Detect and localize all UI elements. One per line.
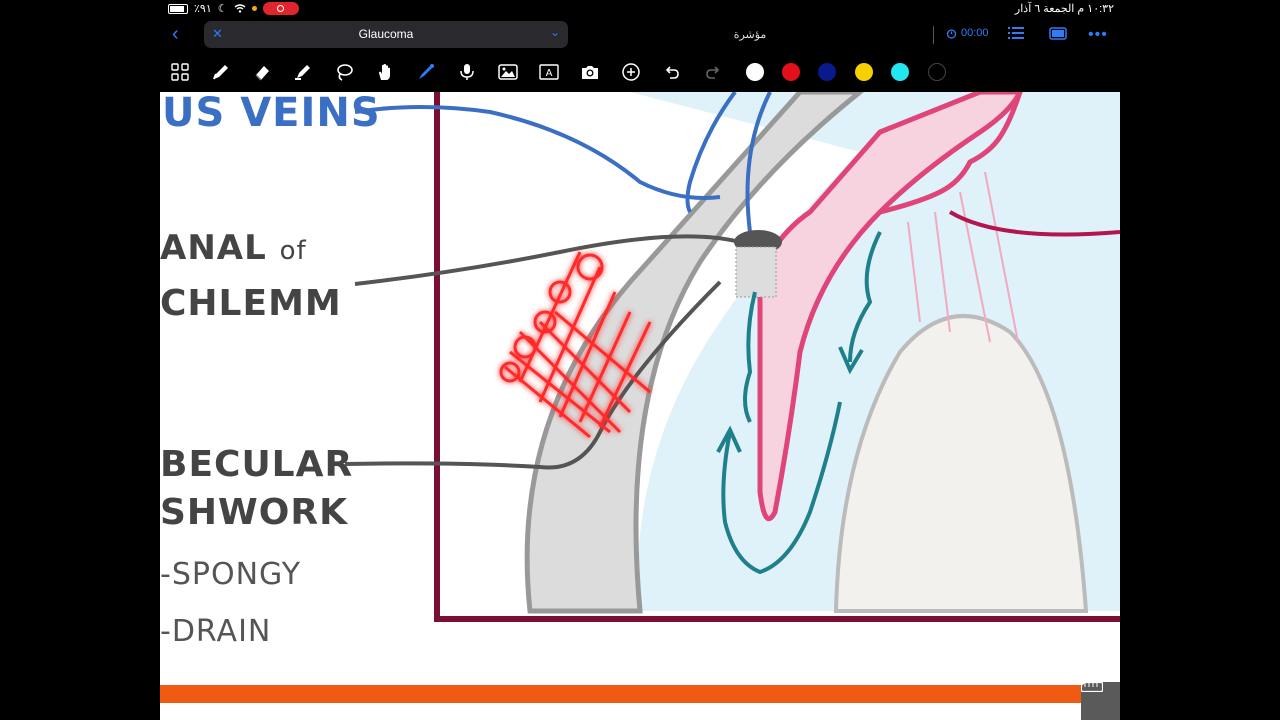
textbox-icon[interactable]: A — [537, 60, 561, 84]
highlighter-icon[interactable] — [291, 60, 315, 84]
eraser-icon[interactable] — [250, 60, 274, 84]
pen-icon[interactable] — [209, 60, 233, 84]
label-canal-text: ANAL — [160, 228, 267, 268]
eye-angle-diagram — [344, 92, 1120, 622]
undo-icon[interactable] — [660, 60, 684, 84]
laser-pointer-icon[interactable] — [414, 60, 438, 84]
wifi-icon — [234, 4, 246, 13]
page-footer-bar — [160, 685, 1120, 703]
screen-record-indicator[interactable] — [262, 2, 299, 15]
document-title: Glaucoma — [358, 27, 414, 41]
add-icon[interactable] — [619, 60, 643, 84]
title-bar: ‹ ✕ Glaucoma ⌄ مؤشرة 00:00 ••• — [160, 18, 1120, 52]
timer-value: 00:00 — [961, 27, 989, 39]
redo-icon[interactable] — [701, 60, 725, 84]
label-canal-of: of — [279, 236, 307, 266]
label-meshwork: SHWORK — [160, 492, 348, 533]
moon-icon: ☾ — [217, 3, 228, 15]
drawing-toolbar: A — [160, 52, 1120, 92]
status-left: ٪٩١ ☾ — [168, 2, 299, 15]
record-icon — [277, 5, 285, 12]
svg-text:A: A — [546, 68, 553, 79]
battery-percent: ٪٩١ — [194, 3, 212, 15]
lasso-icon[interactable] — [332, 60, 356, 84]
list-icon[interactable] — [1008, 26, 1024, 40]
grid-icon[interactable] — [168, 60, 192, 84]
color-swatch-red[interactable] — [782, 63, 800, 81]
more-options-icon[interactable]: ••• — [1088, 26, 1108, 44]
vein-line — [354, 105, 721, 200]
back-chevron-icon[interactable]: ‹ — [172, 24, 179, 44]
status-datetime: ١٠:٣٢ م الجمعة ٦ آذار — [1014, 3, 1114, 15]
presentation-icon[interactable] — [1049, 27, 1067, 40]
note-canvas[interactable]: US VEINS ANAL of CHLEMM BECULAR SHWORK -… — [160, 92, 1120, 720]
trabecular-mesh — [735, 246, 777, 298]
notes-app: ٪٩١ ☾ ١٠:٣٢ م الجمعة ٦ آذار ‹ ✕ Glaucoma… — [160, 0, 1120, 720]
document-title-pill[interactable]: ✕ Glaucoma ⌄ — [204, 21, 568, 48]
label-schlemm: CHLEMM — [160, 283, 342, 324]
color-swatch-cyan[interactable] — [891, 63, 909, 81]
label-spongy: -SPONGY — [160, 557, 302, 592]
ruler-icon[interactable] — [1081, 682, 1120, 720]
battery-icon — [168, 3, 188, 14]
label-canal: ANAL of — [160, 228, 307, 268]
color-swatch-yellow[interactable] — [855, 63, 873, 81]
chevron-down-icon[interactable]: ⌄ — [550, 25, 560, 39]
pointer-mode-label: مؤشرة — [733, 29, 767, 41]
timer-icon — [946, 28, 957, 39]
microphone-icon[interactable] — [455, 60, 479, 84]
label-drain: -DRAIN — [160, 614, 272, 649]
color-swatch-white[interactable] — [746, 63, 764, 81]
label-trabecular: BECULAR — [160, 444, 354, 485]
recording-dot-icon — [251, 6, 257, 11]
title-divider — [933, 26, 934, 44]
color-swatch-navy[interactable] — [818, 63, 836, 81]
hand-icon[interactable] — [373, 60, 397, 84]
image-icon[interactable] — [496, 60, 520, 84]
camera-icon[interactable] — [578, 60, 602, 84]
color-swatch-black[interactable] — [928, 63, 946, 81]
label-veins: US VEINS — [162, 92, 381, 136]
recording-timer[interactable]: 00:00 — [946, 27, 989, 39]
status-bar: ٪٩١ ☾ ١٠:٣٢ م الجمعة ٦ آذار — [160, 0, 1120, 18]
